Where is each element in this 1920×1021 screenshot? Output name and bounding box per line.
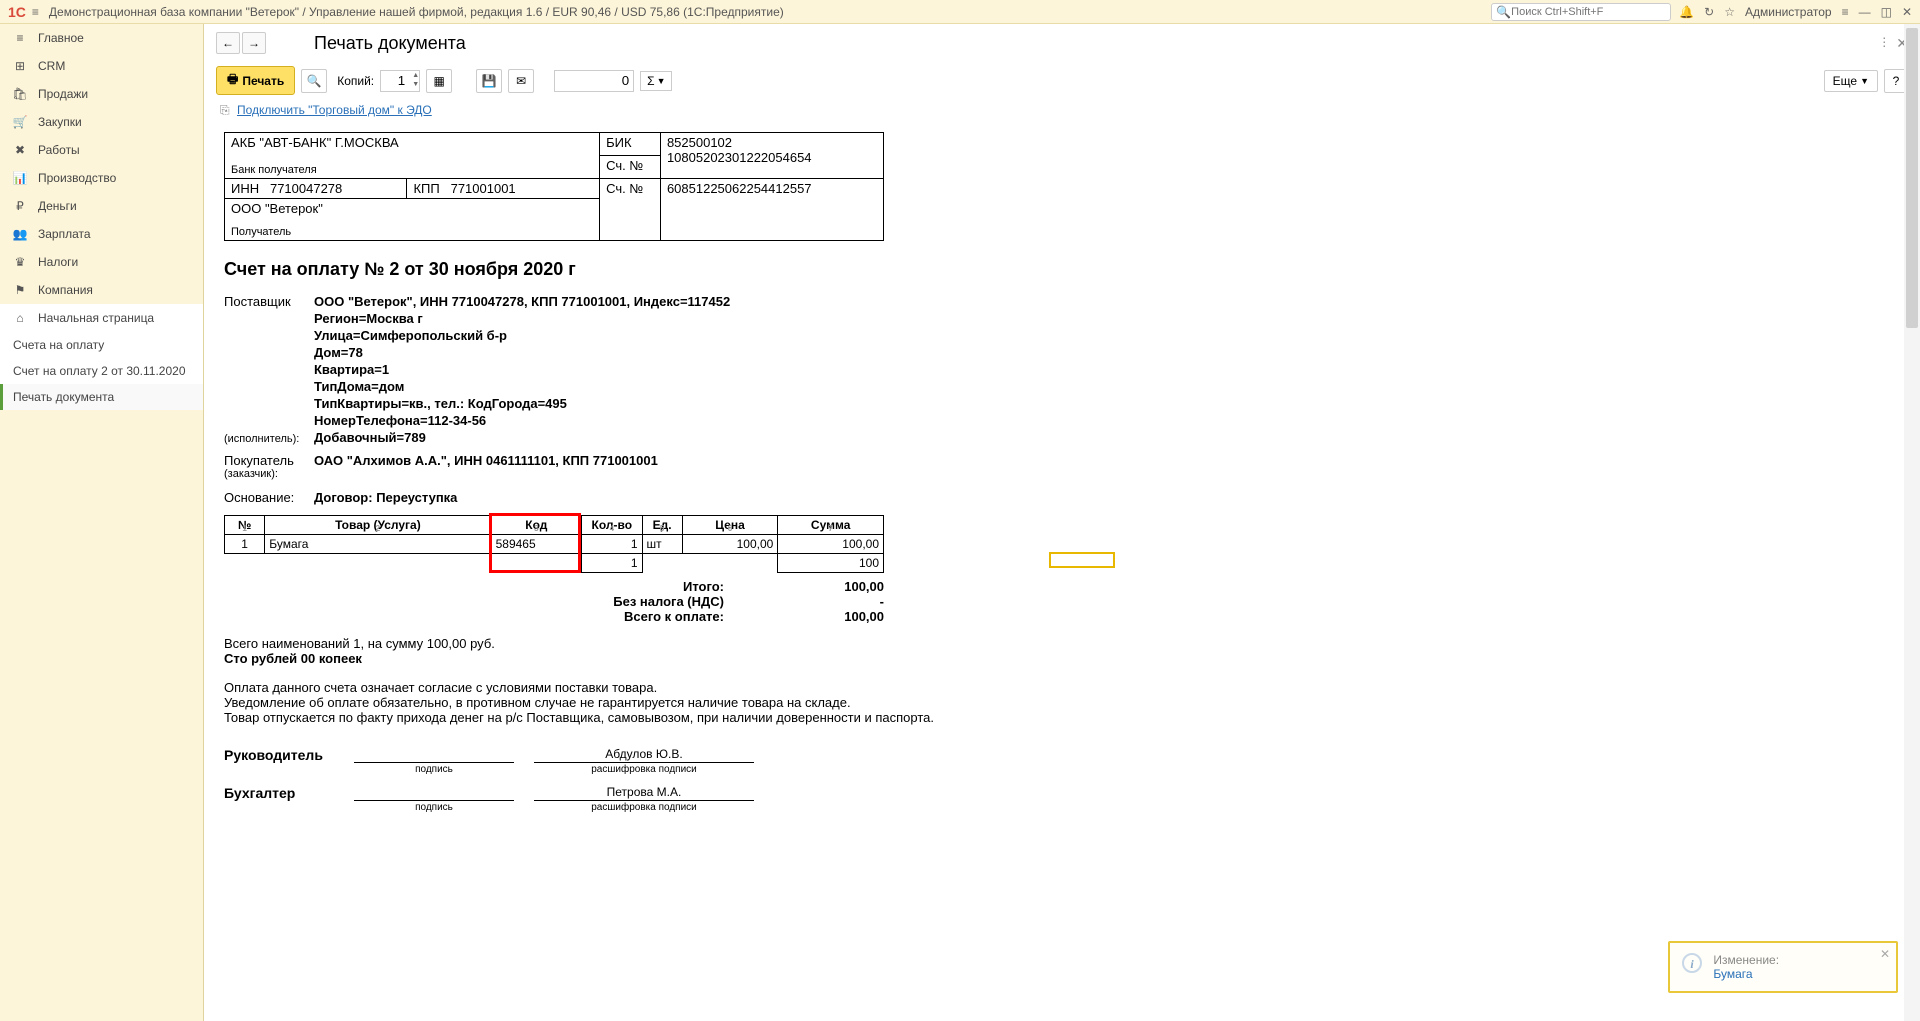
user-label[interactable]: Администратор bbox=[1745, 5, 1832, 19]
window-title: Демонстрационная база компании "Ветерок"… bbox=[49, 5, 1491, 19]
accountant-signature: Бухгалтер подпись Петрова М.А.расшифровк… bbox=[224, 785, 1104, 801]
sigma-icon: Σ bbox=[647, 74, 654, 88]
more-button[interactable]: Еще▼ bbox=[1824, 70, 1878, 92]
table-footer-row: 1 100 bbox=[225, 554, 884, 573]
edo-row: ⎘ Подключить "Торговый дом" к ЭДО bbox=[204, 99, 1920, 122]
history-icon[interactable]: ↻ bbox=[1704, 5, 1714, 19]
edo-link[interactable]: Подключить "Торговый дом" к ЭДО bbox=[237, 103, 432, 117]
app-logo: 1С bbox=[8, 4, 26, 20]
save-button[interactable]: 💾 bbox=[476, 69, 502, 93]
notification-close-icon[interactable]: ✕ bbox=[1880, 947, 1890, 961]
nav-forward-button[interactable]: → bbox=[242, 32, 266, 54]
document-scroll[interactable]: АКБ "АВТ-БАНК" Г.МОСКВА Банк получателя … bbox=[204, 122, 1920, 1021]
magnifier-icon: 🔍 bbox=[307, 74, 322, 88]
search-input[interactable] bbox=[1511, 6, 1666, 18]
kebab-icon[interactable]: ⋮ bbox=[1878, 35, 1890, 52]
spinner-up[interactable]: ▲ bbox=[412, 71, 419, 80]
invoice-title: Счет на оплату № 2 от 30 ноября 2020 г bbox=[224, 259, 1104, 280]
minimize-icon[interactable]: — bbox=[1859, 5, 1871, 19]
sidebar: ≡Главное ⊞CRM 🛍Продажи 🛒Закупки ✖Работы … bbox=[0, 24, 204, 1021]
sales-icon: 🛍 bbox=[12, 87, 28, 101]
tab-print-doc[interactable]: Печать документа bbox=[0, 384, 203, 410]
vertical-scrollbar[interactable] bbox=[1904, 24, 1920, 1021]
menu-icon[interactable]: ≡ bbox=[32, 5, 39, 19]
nav-company[interactable]: ⚑Компания bbox=[0, 276, 203, 304]
notification-link[interactable]: Бумага bbox=[1713, 967, 1779, 981]
nav-back-button[interactable]: ← bbox=[216, 32, 240, 54]
crown-icon: ♛ bbox=[12, 255, 28, 269]
items-table-wrap: №1 Товар (Услуга)2 Код3 Кол-во4 Ед.5 Цен… bbox=[224, 515, 1104, 573]
grid-icon: ▦ bbox=[433, 74, 444, 88]
nav-crm[interactable]: ⊞CRM bbox=[0, 52, 203, 80]
toolbar: 🖶 Печать 🔍 Копий: ▲▼ ▦ 💾 ✉ Σ▼ Еще▼ ? bbox=[204, 62, 1920, 99]
items-table: №1 Товар (Услуга)2 Код3 Кол-во4 Ед.5 Цен… bbox=[224, 515, 884, 573]
nav-start-page[interactable]: ⌂Начальная страница bbox=[0, 304, 203, 332]
flag-icon: ⚑ bbox=[12, 283, 28, 297]
printable-document: АКБ "АВТ-БАНК" Г.МОСКВА Банк получателя … bbox=[224, 132, 1104, 801]
people-icon: 👥 bbox=[12, 227, 28, 241]
chevron-down-icon: ▼ bbox=[657, 76, 666, 86]
summary-block: Всего наименований 1, на сумму 100,00 ру… bbox=[224, 636, 1104, 666]
chevron-down-icon: ▼ bbox=[1860, 76, 1869, 86]
nav-production[interactable]: 📊Производство bbox=[0, 164, 203, 192]
works-icon: ✖ bbox=[12, 143, 28, 157]
nav-main[interactable]: ≡Главное bbox=[0, 24, 203, 52]
active-spreadsheet-cell[interactable] bbox=[1049, 552, 1115, 568]
preview-button[interactable]: 🔍 bbox=[301, 69, 327, 93]
totals-block: Итого:100,00 Без налога (НДС)- Всего к о… bbox=[224, 579, 884, 624]
titlebar: 1С ≡ Демонстрационная база компании "Вет… bbox=[0, 0, 1920, 24]
close-icon[interactable]: ✕ bbox=[1902, 5, 1912, 19]
sum-button[interactable]: Σ▼ bbox=[640, 71, 672, 91]
crm-icon: ⊞ bbox=[12, 59, 28, 73]
print-button[interactable]: 🖶 Печать bbox=[216, 66, 295, 95]
tab-invoice-2[interactable]: Счет на оплату 2 от 30.11.2020 bbox=[0, 358, 203, 384]
house-icon: ⌂ bbox=[12, 311, 28, 325]
money-icon: ₽ bbox=[12, 199, 28, 213]
mail-icon: ✉ bbox=[516, 74, 526, 88]
printer-icon: 🖶 bbox=[227, 70, 238, 91]
settings-icon[interactable]: ≡ bbox=[1842, 5, 1849, 19]
spinner-down[interactable]: ▼ bbox=[412, 80, 419, 89]
number-field[interactable] bbox=[554, 70, 634, 92]
bell-icon[interactable]: 🔔 bbox=[1679, 5, 1694, 19]
global-search[interactable]: 🔍 bbox=[1491, 3, 1671, 21]
table-row: 1 Бумага 589465 1 шт 100,00 100,00 bbox=[225, 535, 884, 554]
tab-invoices[interactable]: Счета на оплату bbox=[0, 332, 203, 358]
nav-purchases[interactable]: 🛒Закупки bbox=[0, 108, 203, 136]
home-icon: ≡ bbox=[12, 31, 28, 45]
nav-money[interactable]: ₽Деньги bbox=[0, 192, 203, 220]
page-title: Печать документа bbox=[314, 33, 466, 54]
table-button[interactable]: ▦ bbox=[426, 69, 452, 93]
maximize-icon[interactable]: ◫ bbox=[1881, 5, 1892, 19]
nav-works[interactable]: ✖Работы bbox=[0, 136, 203, 164]
email-button[interactable]: ✉ bbox=[508, 69, 534, 93]
content-area: ← → Печать документа ⋮ ✕ 🖶 Печать 🔍 Копи… bbox=[204, 24, 1920, 1021]
scrollbar-thumb[interactable] bbox=[1906, 28, 1918, 328]
notification-popup: ✕ i Изменение: Бумага bbox=[1668, 941, 1898, 993]
star-icon[interactable]: ☆ bbox=[1724, 5, 1735, 19]
nav-sales[interactable]: 🛍Продажи bbox=[0, 80, 203, 108]
floppy-icon: 💾 bbox=[482, 74, 497, 88]
notes-block: Оплата данного счета означает согласие с… bbox=[224, 680, 1104, 725]
copies-label: Копий: bbox=[337, 74, 374, 88]
cart-icon: 🛒 bbox=[12, 115, 28, 129]
search-icon: 🔍 bbox=[1496, 5, 1511, 19]
chart-icon: 📊 bbox=[12, 171, 28, 185]
edo-icon: ⎘ bbox=[220, 103, 230, 117]
bank-table: АКБ "АВТ-БАНК" Г.МОСКВА Банк получателя … bbox=[224, 132, 884, 241]
info-icon: i bbox=[1682, 953, 1702, 973]
director-signature: Руководитель подпись Абдулов Ю.В.расшифр… bbox=[224, 747, 1104, 763]
content-header: ← → Печать документа ⋮ ✕ bbox=[204, 24, 1920, 62]
nav-salary[interactable]: 👥Зарплата bbox=[0, 220, 203, 248]
nav-taxes[interactable]: ♛Налоги bbox=[0, 248, 203, 276]
notification-title: Изменение: bbox=[1713, 953, 1779, 967]
